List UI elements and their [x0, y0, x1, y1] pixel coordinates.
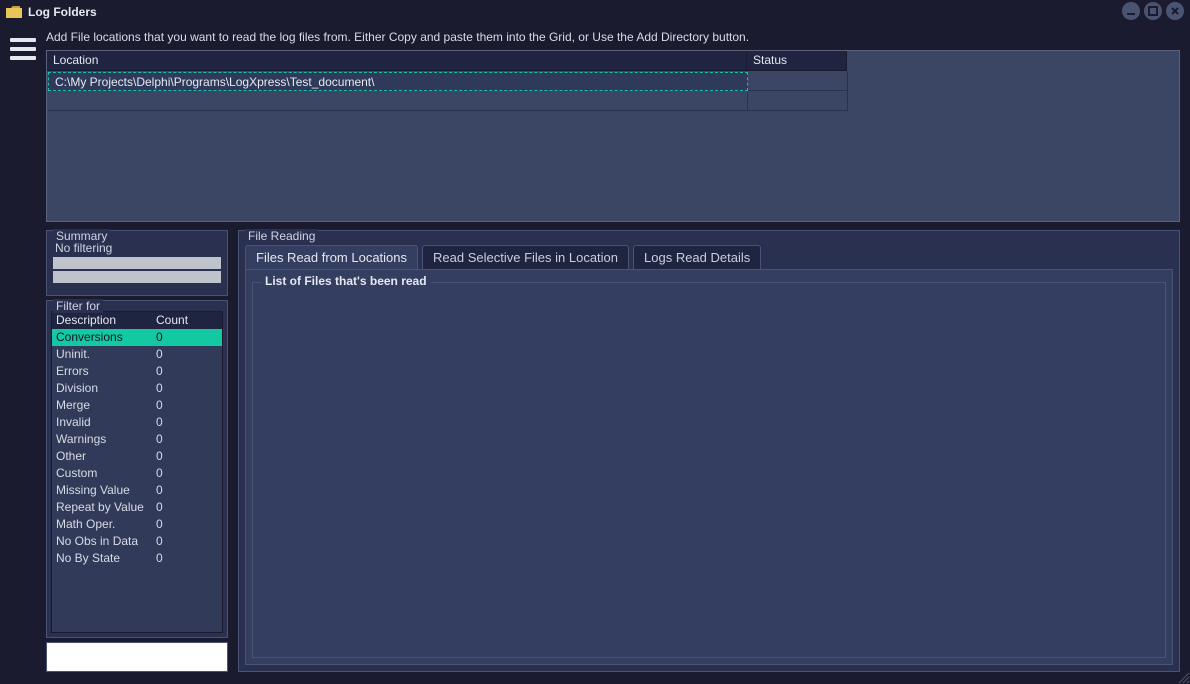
resize-grip[interactable]: [1176, 670, 1190, 684]
filter-row-desc: Math Oper.: [52, 516, 152, 533]
filter-row[interactable]: Custom0: [52, 465, 222, 482]
filter-row[interactable]: Other0: [52, 448, 222, 465]
filter-col-count[interactable]: Count: [152, 312, 222, 329]
filter-col-desc[interactable]: Description: [52, 312, 152, 329]
tab-files-read[interactable]: Files Read from Locations: [245, 245, 418, 269]
tabs: Files Read from Locations Read Selective…: [245, 245, 1173, 269]
filter-row-desc: No By State: [52, 550, 152, 567]
filter-row-count: 0: [152, 499, 222, 516]
filter-header: Description Count: [52, 312, 222, 329]
locations-grid[interactable]: Location Status C:\My Projects\Delphi\Pr…: [46, 50, 1180, 222]
filter-row-desc: No Obs in Data: [52, 533, 152, 550]
filter-row[interactable]: Errors0: [52, 363, 222, 380]
filter-row-desc: Repeat by Value: [52, 499, 152, 516]
filter-table[interactable]: Description Count Conversions0Uninit.0Er…: [51, 311, 223, 633]
filter-row[interactable]: Warnings0: [52, 431, 222, 448]
filter-row-count: 0: [152, 397, 222, 414]
filter-row-desc: Missing Value: [52, 482, 152, 499]
filter-row-count: 0: [152, 550, 222, 567]
filter-row-desc: Custom: [52, 465, 152, 482]
grid-header: Location Status: [47, 51, 1179, 71]
instruction-text: Add File locations that you want to read…: [46, 28, 1180, 50]
summary-bar-2: [53, 271, 221, 283]
filter-row[interactable]: Repeat by Value0: [52, 499, 222, 516]
file-reading-group: File Reading Files Read from Locations R…: [238, 230, 1180, 672]
filter-row-count: 0: [152, 431, 222, 448]
summary-title: Summary: [53, 229, 110, 243]
filter-row-count: 0: [152, 380, 222, 397]
window-controls: [1122, 2, 1184, 20]
filter-row[interactable]: Merge0: [52, 397, 222, 414]
titlebar: Log Folders: [0, 0, 1190, 24]
location-cell[interactable]: C:\My Projects\Delphi\Programs\LogXpress…: [48, 72, 748, 91]
filter-row[interactable]: No By State0: [52, 550, 222, 567]
filter-row-count: 0: [152, 533, 222, 550]
filter-row-count: 0: [152, 465, 222, 482]
filter-row-desc: Merge: [52, 397, 152, 414]
filter-row[interactable]: Uninit.0: [52, 346, 222, 363]
filter-row[interactable]: Missing Value0: [52, 482, 222, 499]
maximize-button[interactable]: [1144, 2, 1162, 20]
filter-row-desc: Invalid: [52, 414, 152, 431]
col-location[interactable]: Location: [47, 51, 747, 71]
summary-no-filter: No filtering: [55, 241, 223, 255]
filter-row-count: 0: [152, 363, 222, 380]
filter-row-count: 0: [152, 414, 222, 431]
filter-row[interactable]: Math Oper.0: [52, 516, 222, 533]
grid-row-empty[interactable]: [47, 91, 1179, 111]
col-status[interactable]: Status: [747, 51, 847, 71]
filter-row-count: 0: [152, 329, 222, 346]
filter-title: Filter for: [53, 299, 103, 313]
filter-row-desc: Other: [52, 448, 152, 465]
filter-row-desc: Errors: [52, 363, 152, 380]
filter-row[interactable]: No Obs in Data0: [52, 533, 222, 550]
filter-row[interactable]: Conversions0: [52, 329, 222, 346]
tab-selective[interactable]: Read Selective Files in Location: [422, 245, 629, 269]
close-button[interactable]: [1166, 2, 1184, 20]
summary-bar-1: [53, 257, 221, 269]
window-title: Log Folders: [28, 5, 1184, 19]
tab-details[interactable]: Logs Read Details: [633, 245, 761, 269]
grid-row[interactable]: C:\My Projects\Delphi\Programs\LogXpress…: [47, 71, 1179, 91]
filter-row-count: 0: [152, 346, 222, 363]
filter-group: Filter for Description Count Conversions…: [46, 300, 228, 638]
file-reading-title: File Reading: [245, 229, 318, 243]
files-read-list-title: List of Files that's been read: [261, 274, 431, 288]
filter-row[interactable]: Division0: [52, 380, 222, 397]
filter-row-desc: Uninit.: [52, 346, 152, 363]
tab-body: List of Files that's been read: [245, 269, 1173, 665]
filter-row-count: 0: [152, 516, 222, 533]
filter-row-desc: Warnings: [52, 431, 152, 448]
summary-group: Summary No filtering: [46, 230, 228, 296]
filter-row-desc: Division: [52, 380, 152, 397]
filter-row[interactable]: Invalid0: [52, 414, 222, 431]
status-cell[interactable]: [748, 71, 848, 91]
menu-icon[interactable]: [10, 38, 36, 60]
minimize-button[interactable]: [1122, 2, 1140, 20]
filter-row-count: 0: [152, 448, 222, 465]
status-bar-box: [46, 642, 228, 672]
files-read-list[interactable]: List of Files that's been read: [252, 282, 1166, 658]
filter-row-desc: Conversions: [52, 329, 152, 346]
folder-icon: [6, 6, 22, 18]
filter-row-count: 0: [152, 482, 222, 499]
